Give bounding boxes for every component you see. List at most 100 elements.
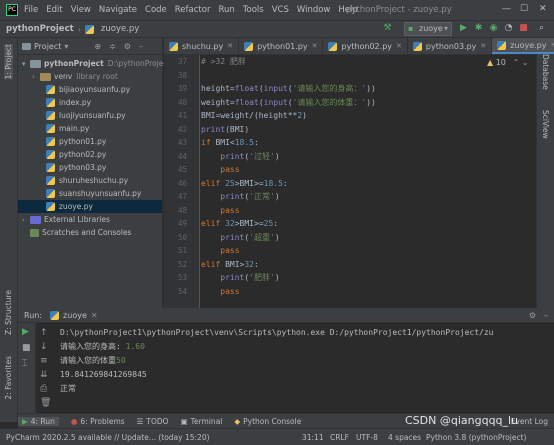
tree-item-file[interactable]: python02.py: [18, 148, 162, 161]
run-configuration-select[interactable]: ▪ zuoye ▾: [404, 22, 452, 36]
tool-project[interactable]: 1: Project: [4, 44, 13, 80]
tab-problems[interactable]: ● 6: Problems: [71, 417, 125, 426]
tool-database[interactable]: Database: [541, 54, 550, 90]
right-tool-strip: Database SciView: [536, 38, 554, 308]
tree-item-venv[interactable]: › venv library root: [18, 70, 162, 83]
caret-position[interactable]: 31:11: [302, 433, 324, 442]
tree-item-file[interactable]: main.py: [18, 122, 162, 135]
gear-icon[interactable]: ⚙: [124, 42, 131, 51]
tree-scratches[interactable]: Scratches and Consoles: [18, 226, 162, 239]
run-tab-label[interactable]: zuoye: [63, 311, 87, 320]
search-icon[interactable]: ⌕: [536, 23, 547, 34]
tree-item-file[interactable]: shuruheshuchu.py: [18, 174, 162, 187]
breadcrumb-file[interactable]: zuoye.py: [101, 24, 139, 34]
code-line-pass: pass: [220, 205, 240, 215]
expand-arrow-icon[interactable]: ›: [22, 216, 30, 224]
console-output[interactable]: D:\pythonProject1\pythonProject\venv\Scr…: [60, 326, 536, 422]
code-line-elif: elif 25>BMI>=18.5:: [201, 178, 288, 188]
debug-icon[interactable]: ✱: [473, 23, 484, 34]
menu-file[interactable]: File: [24, 5, 38, 15]
close-tab-icon[interactable]: ✕: [480, 42, 486, 50]
close-tab-icon[interactable]: ✕: [550, 41, 554, 49]
tab-run[interactable]: ▶ 4: Run: [18, 416, 59, 426]
close-icon[interactable]: ✕: [539, 4, 549, 14]
menu-navigate[interactable]: Navigate: [99, 5, 137, 15]
code-line-print-bmi: print(BMI): [201, 124, 250, 134]
tree-item-file[interactable]: python01.py: [18, 135, 162, 148]
input-weight: 50: [116, 356, 126, 365]
collapse-icon[interactable]: ≑: [109, 42, 116, 51]
status-message[interactable]: PyCharm 2020.2.5 available // Update... …: [6, 433, 210, 442]
indent-setting[interactable]: 4 spaces: [388, 433, 421, 442]
code-editor[interactable]: # >32 肥胖 height=float(input('请输入您的身高：'))…: [201, 55, 536, 308]
tree-external-libraries[interactable]: › External Libraries: [18, 213, 162, 226]
scroll-up-icon[interactable]: ↑: [40, 326, 52, 340]
scroll-down-icon[interactable]: ↓: [40, 340, 52, 354]
chevron-down-icon[interactable]: ⌄: [522, 58, 529, 67]
tab-shuchu[interactable]: shuchu.py ✕: [164, 38, 240, 54]
inspection-widget[interactable]: ▲ 10 ⌃ ⌄: [487, 58, 528, 67]
file-encoding[interactable]: UTF-8: [356, 433, 378, 442]
chevron-up-icon[interactable]: ⌃: [512, 58, 519, 67]
tab-python02[interactable]: python02.py ✕: [323, 38, 408, 54]
left-tool-strip: 1: Project Z: Structure 2: Favorites: [0, 38, 18, 422]
print-icon[interactable]: ⎙: [40, 382, 52, 396]
soft-wrap-icon[interactable]: ≡: [40, 354, 52, 368]
trash-icon[interactable]: 🗑: [40, 396, 52, 410]
close-tab-icon[interactable]: ✕: [227, 42, 233, 50]
tool-favorites[interactable]: 2: Favorites: [4, 356, 13, 400]
tab-terminal[interactable]: ▣ Terminal: [181, 417, 223, 426]
hide-icon[interactable]: –: [544, 311, 548, 320]
tree-root[interactable]: ▾ pythonProject D:\pythonProject: [18, 57, 170, 70]
menu-view[interactable]: View: [71, 5, 91, 15]
expand-arrow-icon[interactable]: ›: [32, 73, 40, 81]
menu-tools[interactable]: Tools: [243, 5, 264, 15]
hammer-icon[interactable]: ⚒: [382, 23, 393, 34]
scroll-end-icon[interactable]: ⇊: [40, 368, 52, 382]
tree-item-file[interactable]: suanshuyunsuanfu.py: [18, 187, 162, 200]
project-view-select[interactable]: Project: [34, 42, 61, 51]
tab-zuoye[interactable]: zuoye.py ✕: [492, 38, 554, 54]
close-run-tab-icon[interactable]: ✕: [91, 311, 98, 320]
expand-arrow-icon[interactable]: ▾: [22, 60, 30, 68]
tree-item-file[interactable]: python03.py: [18, 161, 162, 174]
coverage-icon[interactable]: ◉: [488, 23, 499, 34]
chevron-down-icon[interactable]: ▾: [64, 42, 68, 51]
tab-todo[interactable]: ☰ TODO: [137, 417, 169, 426]
close-tab-icon[interactable]: ✕: [312, 42, 318, 50]
run-icon[interactable]: ▶: [458, 23, 469, 34]
tab-python-console[interactable]: ◆ Python Console: [234, 417, 301, 426]
tool-structure[interactable]: Z: Structure: [4, 290, 13, 335]
rerun-icon[interactable]: ▶: [22, 327, 29, 337]
breadcrumb-project[interactable]: pythonProject: [6, 24, 74, 34]
profile-icon[interactable]: ◔: [503, 23, 514, 34]
close-tab-icon[interactable]: ✕: [396, 42, 402, 50]
minimize-icon[interactable]: —: [502, 4, 512, 14]
tree-item-label: venv: [54, 72, 73, 81]
menu-edit[interactable]: Edit: [46, 5, 62, 15]
tree-item-file-selected[interactable]: zuoye.py: [18, 200, 162, 213]
menu-refactor[interactable]: Refactor: [175, 5, 211, 15]
tab-python03[interactable]: python03.py ✕: [408, 38, 493, 54]
tree-item-file[interactable]: luojiyunsuanfu.py: [18, 109, 162, 122]
folder-icon: [40, 72, 51, 81]
tab-label: zuoye.py: [510, 40, 547, 50]
interpreter[interactable]: Python 3.8 (pythonProject): [426, 433, 526, 442]
stop-icon[interactable]: ■: [22, 343, 31, 353]
menu-run[interactable]: Run: [218, 5, 234, 15]
menu-vcs[interactable]: VCS: [272, 5, 289, 15]
locate-icon[interactable]: ⊕: [94, 42, 101, 51]
gear-icon[interactable]: ⚙: [529, 311, 536, 320]
pin-icon[interactable]: ⌶: [22, 359, 27, 369]
maximize-icon[interactable]: ☐: [520, 4, 530, 14]
tool-sciview[interactable]: SciView: [541, 110, 550, 139]
code-line-pass: pass: [220, 165, 240, 174]
menu-window[interactable]: Window: [297, 5, 331, 15]
line-separator[interactable]: CRLF: [330, 433, 349, 442]
tree-item-file[interactable]: index.py: [18, 96, 162, 109]
stop-icon[interactable]: ■: [518, 23, 529, 34]
menu-code[interactable]: Code: [145, 5, 167, 15]
tab-python01[interactable]: python01.py ✕: [239, 38, 324, 54]
tree-item-file[interactable]: bijiaoyunsuanfu.py: [18, 83, 162, 96]
hide-icon[interactable]: –: [139, 42, 143, 51]
